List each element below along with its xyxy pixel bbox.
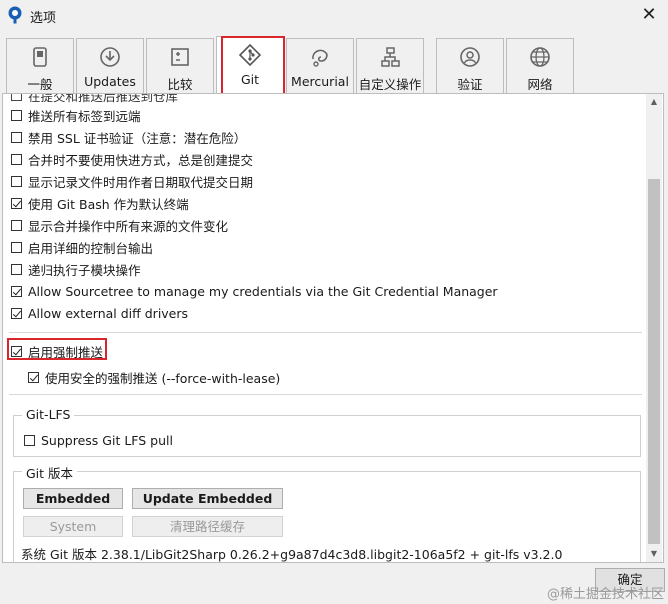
option-git-bash[interactable]: 使用 Git Bash 作为默认终端	[11, 194, 189, 212]
download-icon	[100, 47, 120, 67]
git-version-info: 系统 Git 版本 2.38.1/LibGit2Sharp 0.26.2+g9a…	[21, 547, 563, 562]
watermark: @稀土掘金技术社区	[546, 587, 664, 602]
window-title: 选项	[30, 11, 57, 26]
option-label: 显示记录文件时用作者日期取代提交日期	[28, 174, 254, 190]
tab-label: Updates	[84, 74, 136, 89]
option-external-diff-drivers[interactable]: Allow external diff drivers	[11, 304, 188, 322]
checkbox[interactable]	[11, 285, 22, 297]
clear-path-cache-button[interactable]: 清理路径缓存	[132, 516, 283, 537]
tab-label: 自定义操作	[358, 77, 422, 92]
vertical-scrollbar[interactable]: ▲ ▼	[646, 94, 662, 562]
option-label: 启用详细的控制台输出	[28, 240, 154, 256]
switch-icon	[33, 47, 47, 67]
scroll-up-icon[interactable]: ▲	[646, 94, 662, 110]
group-title: Git-LFS	[22, 407, 75, 422]
scroll-down-icon[interactable]: ▼	[646, 546, 662, 562]
option-credential-manager[interactable]: Allow Sourcetree to manage my credential…	[11, 282, 498, 300]
divider	[9, 394, 642, 395]
embedded-button[interactable]: Embedded	[23, 488, 123, 509]
tab-mercurial[interactable]: Mercurial	[286, 38, 354, 93]
option-label: Suppress Git LFS pull	[41, 432, 173, 448]
options-panel: 在提交和推送后推送到仓库 推送所有标签到远端 禁用 SSL 证书验证（注意：潜在…	[2, 93, 664, 563]
tab-label: 网络	[527, 77, 553, 92]
close-icon: ✕	[641, 4, 657, 25]
user-icon	[460, 47, 480, 67]
app-logo-icon	[8, 6, 22, 24]
diff-icon	[171, 48, 189, 66]
option-push-after-commit[interactable]: 在提交和推送后推送到仓库	[11, 93, 179, 104]
option-label: 递归执行子模块操作	[28, 262, 141, 278]
checkbox[interactable]	[11, 197, 22, 209]
globe-icon	[530, 47, 550, 67]
checkbox[interactable]	[28, 371, 39, 383]
checkbox[interactable]	[11, 219, 22, 231]
option-label: Allow Sourcetree to manage my credential…	[28, 283, 498, 299]
option-push-all-tags[interactable]: 推送所有标签到远端	[11, 106, 141, 124]
checkbox[interactable]	[11, 109, 22, 121]
option-label: 使用安全的强制推送 (--force-with-lease)	[45, 370, 281, 386]
close-button[interactable]: ✕	[638, 4, 660, 26]
checkbox[interactable]	[11, 94, 22, 101]
git-tab-highlight	[221, 36, 285, 98]
scroll-thumb[interactable]	[648, 179, 660, 544]
option-author-date[interactable]: 显示记录文件时用作者日期取代提交日期	[11, 172, 253, 190]
tab-network[interactable]: 网络	[506, 38, 574, 93]
tab-label: 一般	[27, 77, 53, 92]
git-lfs-group: Git-LFS Suppress Git LFS pull	[13, 407, 641, 457]
checkbox[interactable]	[11, 307, 22, 319]
option-label: 合并时不要使用快进方式，总是创建提交	[28, 152, 254, 168]
option-label: 禁用 SSL 证书验证（注意：潜在危险）	[28, 130, 247, 146]
option-no-fast-forward[interactable]: 合并时不要使用快进方式，总是创建提交	[11, 150, 253, 168]
force-push-highlight	[7, 338, 107, 360]
tab-updates[interactable]: Updates	[76, 38, 144, 93]
checkbox[interactable]	[11, 153, 22, 165]
option-suppress-lfs-pull[interactable]: Suppress Git LFS pull	[24, 431, 173, 449]
option-recursive-submodules[interactable]: 递归执行子模块操作	[11, 260, 141, 278]
checkbox[interactable]	[24, 434, 35, 446]
system-button[interactable]: System	[23, 516, 123, 537]
option-label: 在提交和推送后推送到仓库	[28, 93, 179, 104]
option-label: 显示合并操作中所有来源的文件变化	[28, 218, 229, 234]
checkbox[interactable]	[11, 131, 22, 143]
option-merge-all-sources[interactable]: 显示合并操作中所有来源的文件变化	[11, 216, 228, 234]
checkbox[interactable]	[11, 175, 22, 187]
title-bar: 选项 ✕	[0, 0, 668, 30]
mercurial-icon	[312, 49, 328, 67]
tab-label: 比较	[167, 77, 193, 92]
option-safe-force-push[interactable]: 使用安全的强制推送 (--force-with-lease)	[28, 368, 280, 386]
group-title: Git 版本	[22, 463, 78, 482]
checkbox[interactable]	[11, 263, 22, 275]
divider	[9, 332, 642, 333]
option-label: Allow external diff drivers	[28, 305, 189, 321]
tab-label: Mercurial	[291, 74, 349, 89]
option-label: 推送所有标签到远端	[28, 108, 141, 124]
tab-authentication[interactable]: 验证	[436, 38, 504, 93]
tab-general[interactable]: 一般	[6, 38, 74, 93]
tab-label: 验证	[457, 77, 483, 92]
option-label: 使用 Git Bash 作为默认终端	[28, 196, 189, 212]
tab-custom-actions[interactable]: 自定义操作	[356, 38, 424, 93]
option-verbose-console[interactable]: 启用详细的控制台输出	[11, 238, 153, 256]
update-embedded-button[interactable]: Update Embedded	[132, 488, 283, 509]
tab-diff[interactable]: 比较	[146, 38, 214, 93]
option-disable-ssl[interactable]: 禁用 SSL 证书验证（注意：潜在危险）	[11, 128, 246, 146]
custom-action-icon	[381, 47, 400, 67]
checkbox[interactable]	[11, 241, 22, 253]
